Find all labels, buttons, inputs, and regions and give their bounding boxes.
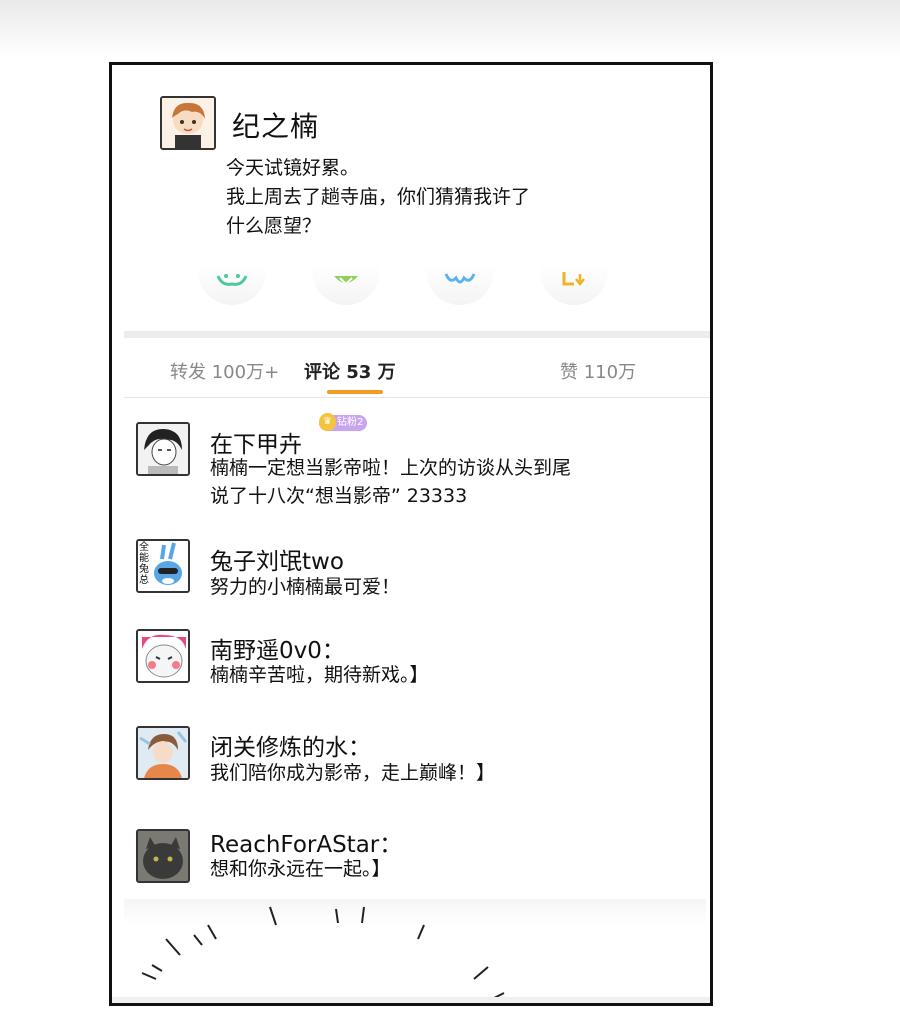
comment-line: 想和你永远在一起。】 xyxy=(210,858,391,880)
section-divider xyxy=(124,331,710,338)
active-tab-indicator xyxy=(327,390,383,394)
comment-avatar[interactable] xyxy=(136,829,190,883)
comment-line: 努力的小楠楠最可爱！ xyxy=(210,576,401,598)
tab-separator xyxy=(124,397,710,398)
comment-line: 楠楠一定想当影帝啦！上次的访谈从头到尾 xyxy=(210,457,572,479)
emphasis-lines xyxy=(141,906,505,1000)
reaction-happy-icon[interactable] xyxy=(198,265,266,305)
post-line: 我上周去了趟寺庙，你们猜猜我许了 xyxy=(226,186,531,208)
post-line: 今天试镜好累。 xyxy=(226,157,360,179)
comment-author[interactable]: ReachForAStar： xyxy=(210,825,402,859)
comment-text: 我们陪你成为影帝，走上巅峰！】 xyxy=(210,759,495,787)
reaction-wave-icon[interactable] xyxy=(426,265,494,305)
comment-author[interactable]: 兔子刘氓two xyxy=(210,542,344,576)
phone-screen-panel: 纪之楠 今天试镜好累。 我上周去了趟寺庙，你们猜猜我许了 什么愿望？ 转发 10… xyxy=(109,62,713,1006)
comment-line: 我们陪你成为影帝，走上巅峰！】 xyxy=(210,762,496,784)
tab-repost[interactable]: 转发 100万+ xyxy=(170,358,279,384)
author-avatar[interactable] xyxy=(160,96,216,150)
comment-line: 楠楠辛苦啦，期待新戏。】 xyxy=(210,664,429,686)
comment-avatar[interactable] xyxy=(136,422,190,476)
avatar-caption: 全能兔总 xyxy=(139,542,149,586)
fan-badge: ♛ 钻粉2 xyxy=(319,413,368,431)
comic-page: 纪之楠 今天试镜好累。 我上周去了趟寺庙，你们猜猜我许了 什么愿望？ 转发 10… xyxy=(0,0,900,1023)
comment-line: 说了十八次“想当影帝” 23333 xyxy=(210,485,468,507)
comment-avatar[interactable] xyxy=(136,629,190,683)
comment-text: 努力的小楠楠最可爱！ xyxy=(210,573,400,601)
badge-label: 钻粉2 xyxy=(337,417,364,428)
post-text: 今天试镜好累。 我上周去了趟寺庙，你们猜猜我许了 什么愿望？ xyxy=(226,154,586,241)
reaction-leaf-icon[interactable] xyxy=(312,265,380,305)
top-shade xyxy=(0,0,900,58)
post-line: 什么愿望？ xyxy=(226,215,322,237)
reaction-download-icon[interactable] xyxy=(540,265,608,305)
comment-author[interactable]: 闭关修炼的水： xyxy=(210,728,371,762)
tab-likes[interactable]: 赞 110万 xyxy=(560,358,636,384)
comment-text: 楠楠一定想当影帝啦！上次的访谈从头到尾 说了十八次“想当影帝” 23333 xyxy=(210,454,571,510)
comment-text: 想和你永远在一起。】 xyxy=(210,855,391,883)
comment-avatar[interactable] xyxy=(136,726,190,780)
comment-text: 楠楠辛苦啦，期待新戏。】 xyxy=(210,661,429,689)
comment-avatar[interactable]: 全能兔总 xyxy=(136,539,190,593)
comment-author[interactable]: 南野遥0v0： xyxy=(210,631,345,665)
tab-comments[interactable]: 评论 53 万 xyxy=(304,358,396,384)
panel-bottom-shade xyxy=(112,997,710,1003)
crown-icon: ♛ xyxy=(319,413,336,431)
author-name[interactable]: 纪之楠 xyxy=(232,105,319,145)
